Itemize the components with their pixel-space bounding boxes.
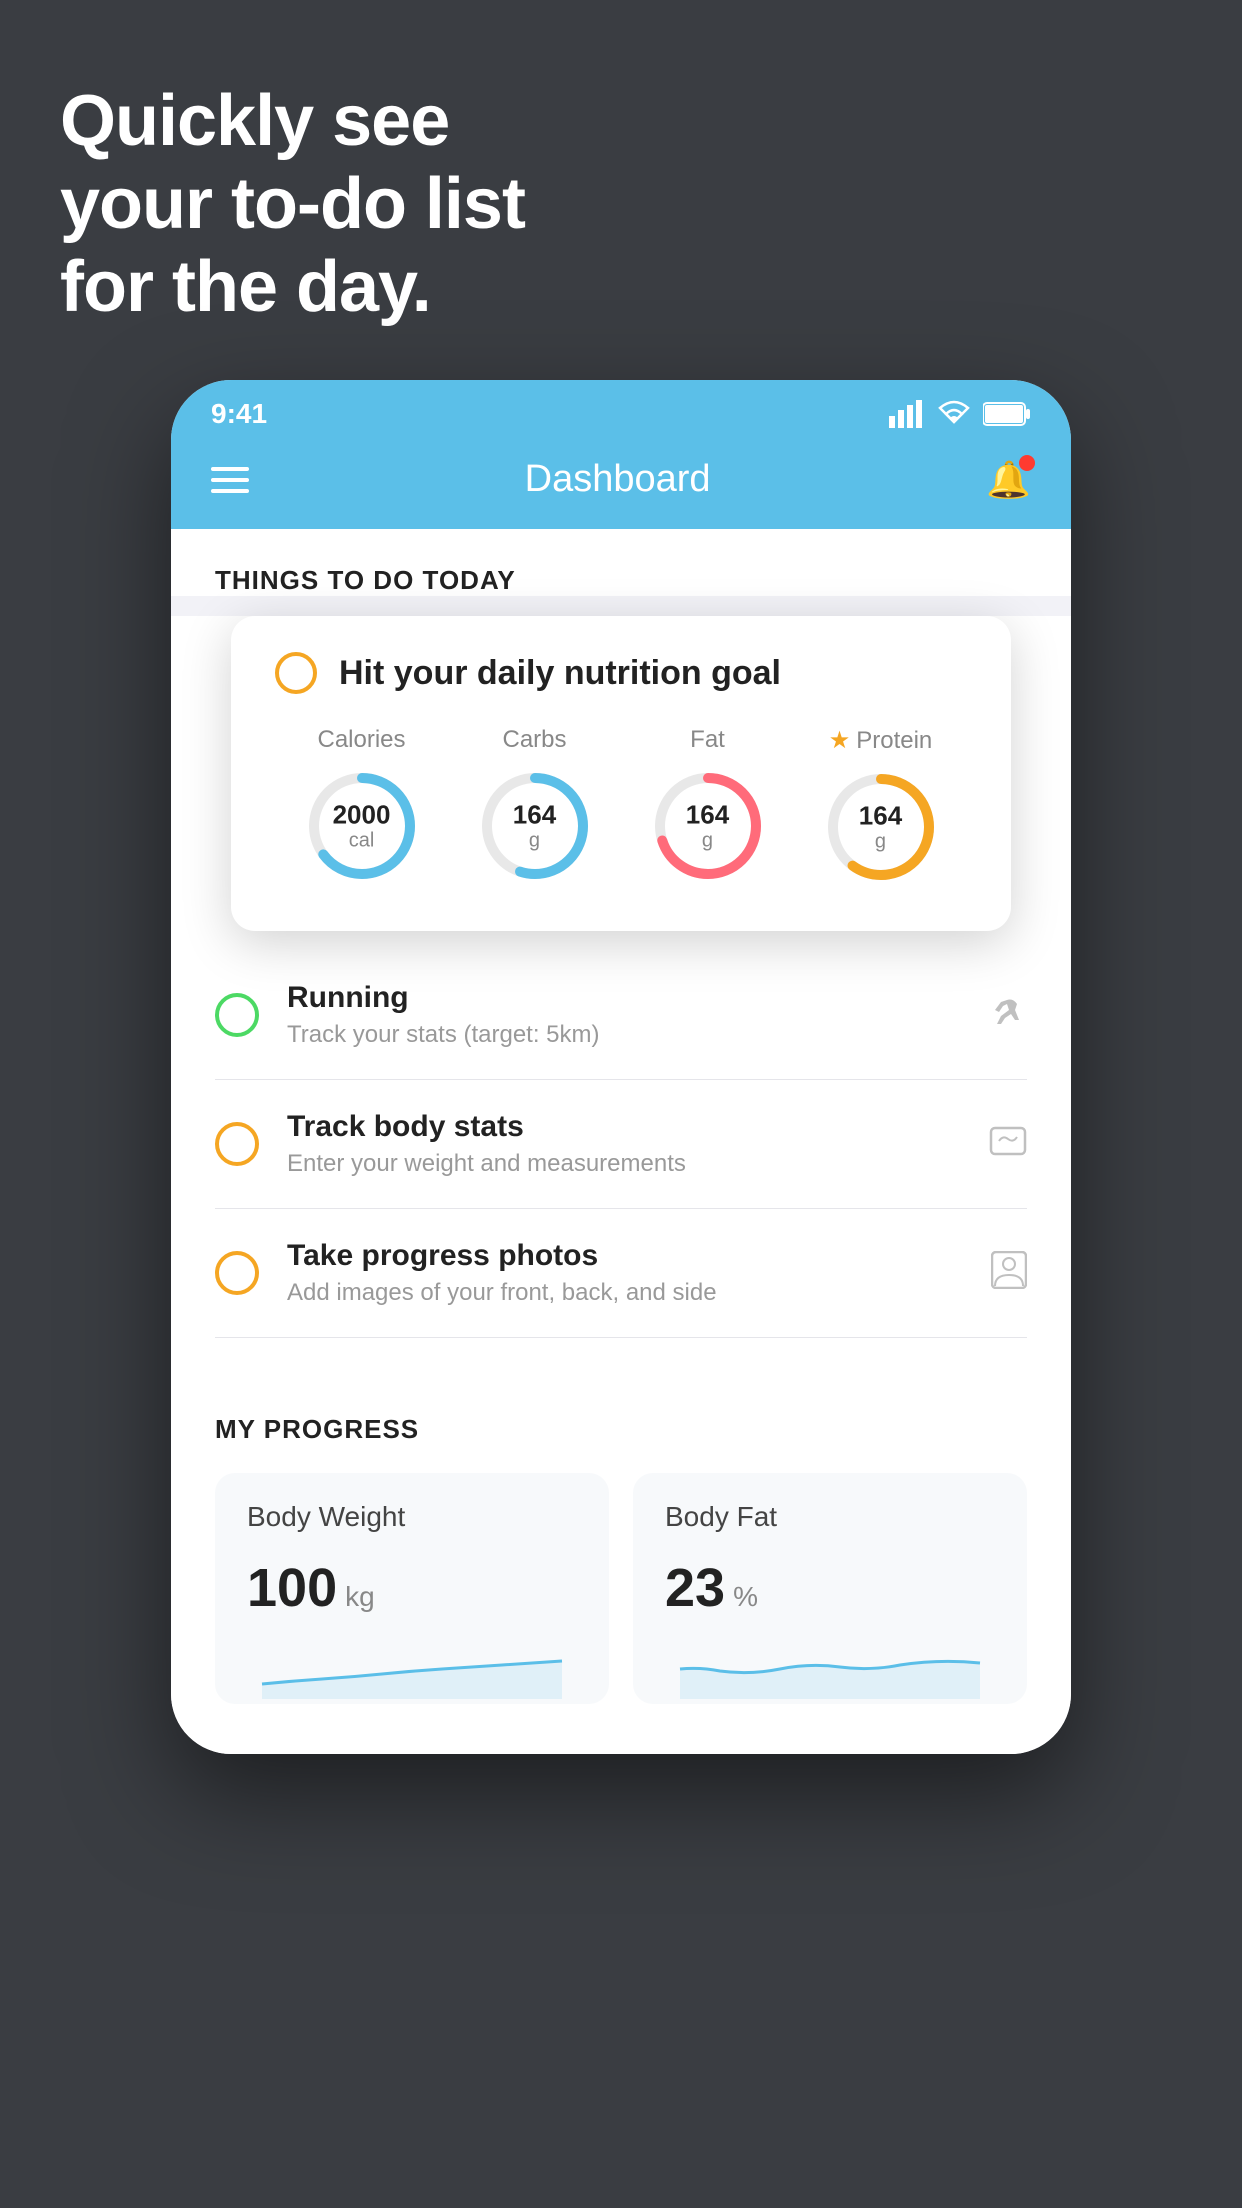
todo-running[interactable]: Running Track your stats (target: 5km) <box>215 951 1027 1080</box>
star-icon: ★ <box>829 726 851 755</box>
scale-icon <box>989 1122 1027 1167</box>
wifi-icon <box>937 400 971 428</box>
notification-bell[interactable]: 🔔 <box>986 459 1031 501</box>
photos-check[interactable] <box>215 1251 259 1295</box>
nutrition-radio[interactable] <box>275 652 317 694</box>
nutrition-card-header: Hit your daily nutrition goal <box>275 652 967 694</box>
things-section-title: THINGS TO DO TODAY <box>215 565 1027 596</box>
progress-section: MY PROGRESS Body Weight 100 kg B <box>171 1378 1071 1754</box>
protein-donut: 164 g <box>821 767 941 887</box>
fat-chart <box>665 1639 995 1699</box>
status-time: 9:41 <box>211 398 267 430</box>
body-weight-card[interactable]: Body Weight 100 kg <box>215 1473 609 1704</box>
carbs-donut: 164 g <box>475 766 595 886</box>
body-fat-value: 23 % <box>665 1557 995 1619</box>
nutrition-circles: Calories 2000 cal <box>275 726 967 887</box>
status-icons <box>889 400 1031 428</box>
running-check[interactable] <box>215 993 259 1037</box>
calories-donut: 2000 cal <box>302 766 422 886</box>
person-icon <box>991 1251 1027 1296</box>
nutrition-card-title: Hit your daily nutrition goal <box>339 654 781 693</box>
nutrition-carbs: Carbs 164 g <box>475 726 595 886</box>
nutrition-protein: ★ Protein 164 g <box>821 726 941 887</box>
nutrition-calories: Calories 2000 cal <box>302 726 422 886</box>
progress-title: MY PROGRESS <box>215 1414 1027 1445</box>
body-weight-value: 100 kg <box>247 1557 577 1619</box>
fat-donut: 164 g <box>648 766 768 886</box>
body-stats-check[interactable] <box>215 1122 259 1166</box>
notification-dot <box>1019 455 1035 471</box>
progress-cards: Body Weight 100 kg Body Fat 23 % <box>215 1473 1027 1704</box>
nutrition-fat: Fat 164 g <box>648 726 768 886</box>
phone-mockup: 9:41 <box>171 380 1071 1754</box>
signal-icon <box>889 400 925 428</box>
todo-progress-photos[interactable]: Take progress photos Add images of your … <box>215 1209 1027 1338</box>
running-text: Running Track your stats (target: 5km) <box>287 981 959 1049</box>
battery-icon <box>983 401 1031 427</box>
nav-title: Dashboard <box>525 458 711 501</box>
things-section: THINGS TO DO TODAY <box>171 529 1071 596</box>
running-icon <box>987 996 1027 1035</box>
body-fat-card[interactable]: Body Fat 23 % <box>633 1473 1027 1704</box>
nutrition-card: Hit your daily nutrition goal Calories <box>231 616 1011 931</box>
hero-text: Quickly see your to-do list for the day. <box>60 80 525 328</box>
phone-screen: 9:41 <box>171 380 1071 1754</box>
body-stats-text: Track body stats Enter your weight and m… <box>287 1110 961 1178</box>
nav-bar: Dashboard 🔔 <box>171 440 1071 529</box>
weight-chart <box>247 1639 577 1699</box>
todo-body-stats[interactable]: Track body stats Enter your weight and m… <box>215 1080 1027 1209</box>
photos-text: Take progress photos Add images of your … <box>287 1239 963 1307</box>
hamburger-menu[interactable] <box>211 467 249 493</box>
todo-list: Running Track your stats (target: 5km) T… <box>171 951 1071 1338</box>
spacer <box>171 1338 1071 1378</box>
status-bar: 9:41 <box>171 380 1071 440</box>
